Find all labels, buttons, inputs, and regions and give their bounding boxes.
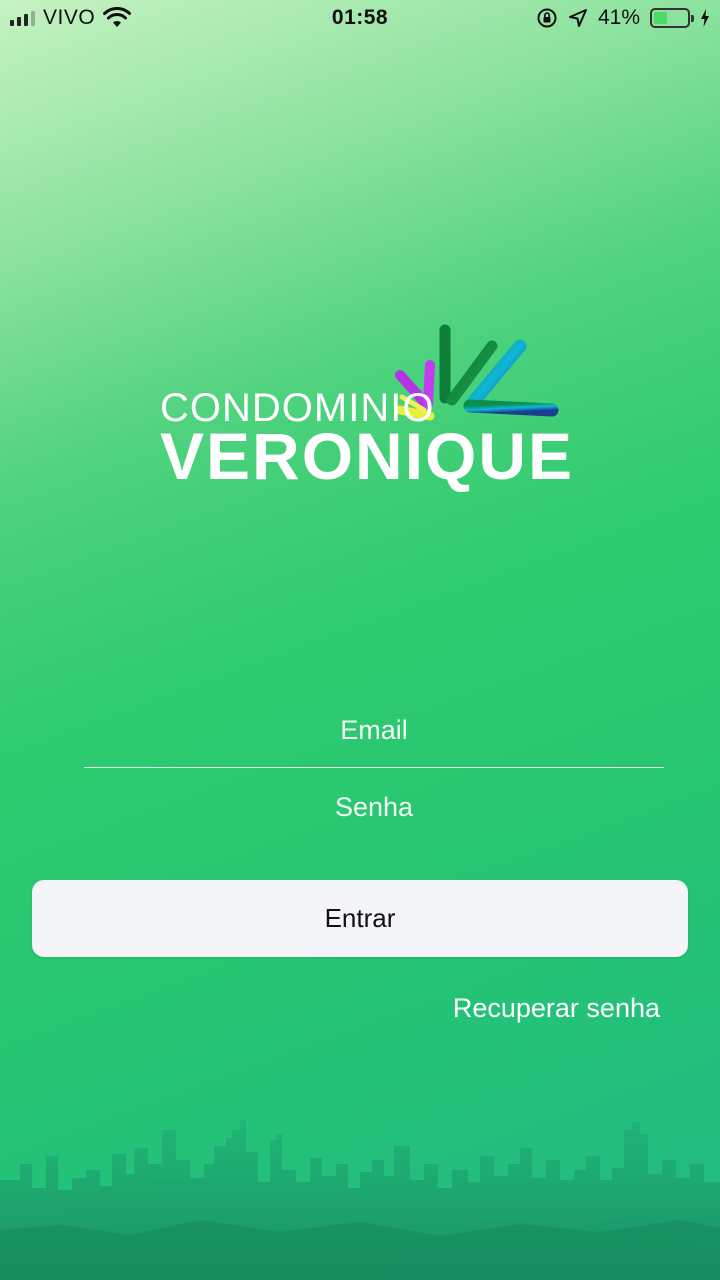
email-field-container	[84, 701, 664, 759]
password-field-container	[84, 778, 664, 836]
battery-percent: 41%	[597, 6, 640, 29]
charging-bolt-icon	[701, 9, 709, 27]
location-arrow-icon	[568, 9, 587, 27]
logo-line2: VERONIQUE	[160, 419, 575, 493]
email-field[interactable]	[84, 701, 664, 759]
battery-icon	[650, 8, 694, 28]
app-logo: CONDOMINIO VERONIQUE	[150, 318, 572, 498]
password-field[interactable]	[84, 778, 664, 836]
city-skyline-image	[0, 1120, 720, 1280]
rotation-lock-icon	[537, 8, 557, 28]
email-divider	[84, 767, 664, 768]
recover-password-link[interactable]: Recuperar senha	[453, 993, 660, 1024]
battery-fill	[654, 12, 667, 24]
login-button[interactable]: Entrar	[32, 880, 688, 957]
status-bar: VIVO 01:58 41%	[0, 0, 720, 36]
status-right: 41%	[536, 6, 710, 30]
